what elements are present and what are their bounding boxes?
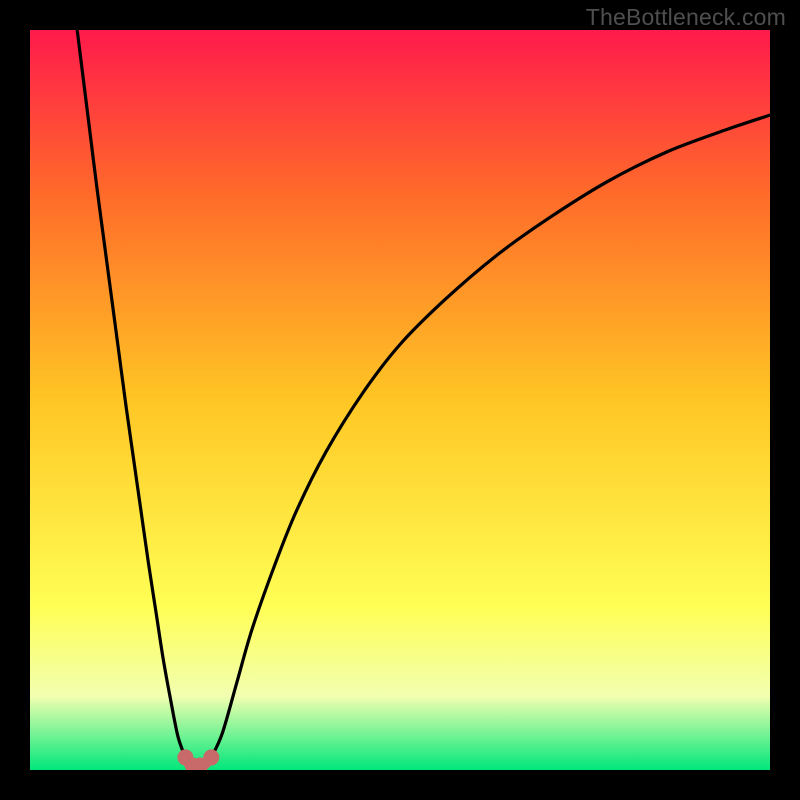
trough-marker-3	[203, 749, 219, 765]
bottleneck-chart	[30, 30, 770, 770]
watermark-text: TheBottleneck.com	[586, 4, 786, 31]
gradient-background	[30, 30, 770, 770]
plot-area	[30, 30, 770, 770]
outer-frame: TheBottleneck.com	[0, 0, 800, 800]
